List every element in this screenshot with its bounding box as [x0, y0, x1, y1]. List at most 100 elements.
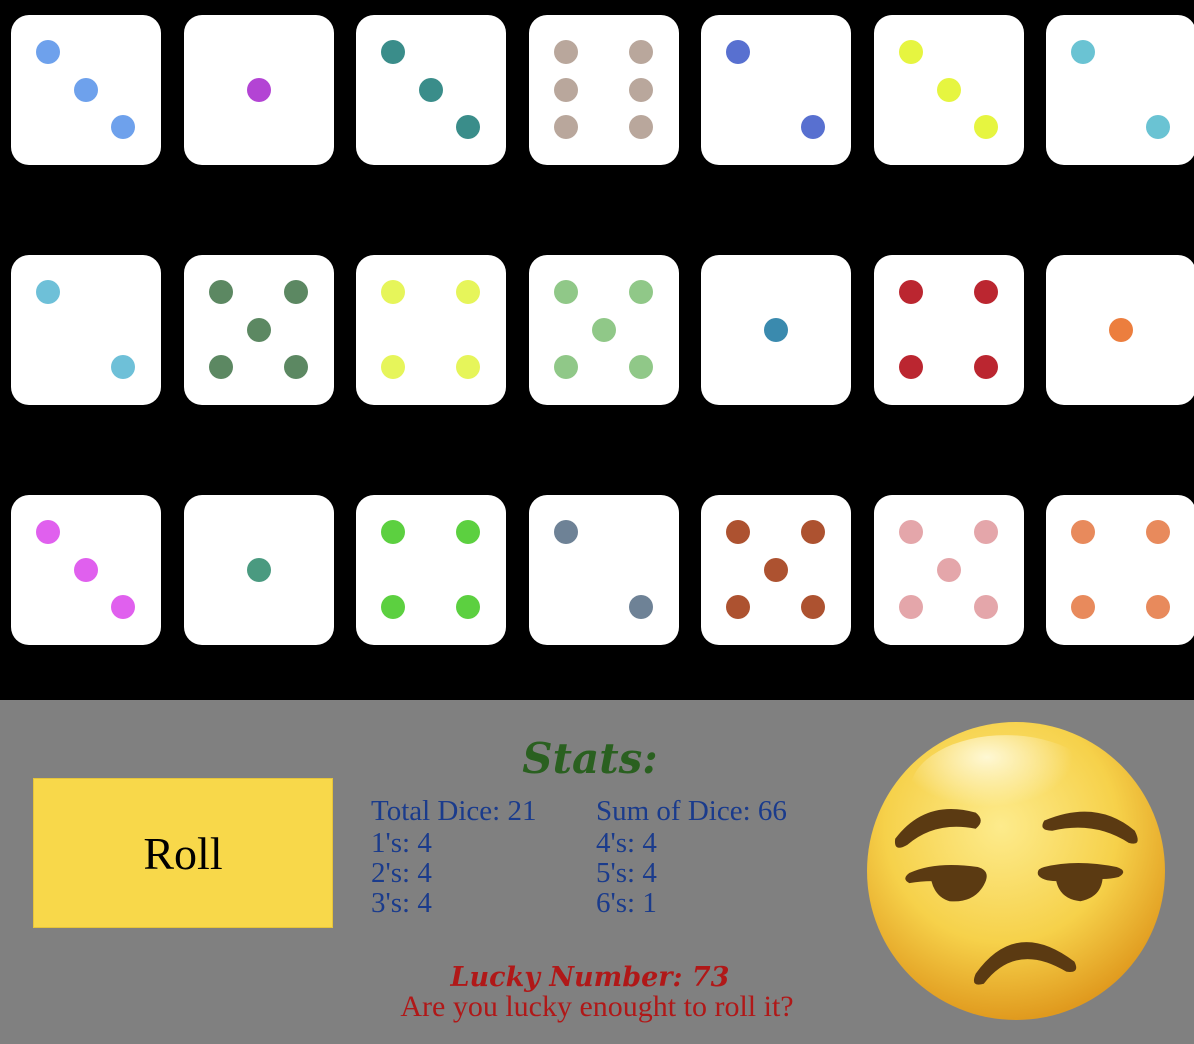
die [528, 15, 679, 165]
die-pip [764, 318, 788, 342]
die-pip [208, 280, 233, 304]
die-pip [1146, 520, 1170, 544]
fives-count: 5's: 4 [596, 857, 657, 889]
die-pip [1146, 115, 1170, 139]
die-pip [456, 115, 480, 139]
die-pip [456, 595, 480, 619]
fours-count: 4's: 4 [596, 827, 657, 859]
die [1046, 15, 1194, 165]
die-pip [419, 78, 443, 102]
die-pip [553, 78, 578, 102]
die-pip [898, 280, 923, 304]
die-pip [74, 558, 98, 582]
die-pip [246, 558, 271, 582]
die [873, 15, 1024, 165]
die-pip [381, 280, 405, 304]
threes-count: 3's: 4 [371, 887, 432, 919]
die [873, 255, 1024, 405]
die [183, 255, 334, 405]
die-pip [553, 355, 578, 379]
die-pip [381, 595, 405, 619]
die-pip [246, 78, 271, 102]
die-pip [628, 115, 653, 139]
die-pip [381, 40, 405, 64]
die [183, 15, 334, 165]
die-pip [628, 280, 653, 304]
die-pip [898, 355, 923, 379]
die-pip [36, 280, 60, 304]
die-pip [553, 280, 578, 304]
die-pip [801, 595, 825, 619]
die-pip [246, 318, 271, 342]
die [356, 255, 506, 405]
die-pip [381, 520, 405, 544]
die-pip [726, 520, 750, 544]
die-pip [111, 355, 135, 379]
die [356, 495, 506, 645]
twos-count: 2's: 4 [371, 857, 432, 889]
die-pip [381, 355, 405, 379]
die-pip [936, 558, 961, 582]
die [701, 255, 851, 405]
stats-title: Stats: [522, 734, 658, 783]
die-pip [898, 520, 923, 544]
total-dice-stat: Total Dice: 21 [371, 795, 537, 827]
ones-count: 1's: 4 [371, 827, 432, 859]
die-pip [726, 595, 750, 619]
die [701, 495, 851, 645]
die-pip [553, 40, 578, 64]
stats-panel: Roll Stats: Total Dice: 21 1's: 4 2's: 4… [0, 700, 1194, 1044]
die-pip [1146, 595, 1170, 619]
sixes-count: 6's: 1 [596, 887, 657, 919]
die-pip [553, 115, 578, 139]
die-pip [973, 280, 998, 304]
roll-button[interactable]: Roll [33, 778, 333, 928]
dice-board [0, 0, 1194, 700]
die [701, 15, 851, 165]
die-pip [973, 355, 998, 379]
die-pip [936, 78, 961, 102]
die [183, 495, 334, 645]
die-pip [898, 40, 923, 64]
die-pip [283, 280, 308, 304]
die-pip [111, 115, 135, 139]
die-pip [456, 280, 480, 304]
sum-of-dice-stat: Sum of Dice: 66 [596, 795, 787, 827]
die-pip [1071, 520, 1095, 544]
unamused-face-icon [867, 722, 1165, 1020]
die-pip [36, 520, 60, 544]
die-pip [628, 595, 653, 619]
die [1046, 495, 1194, 645]
die-pip [973, 520, 998, 544]
die-pip [456, 355, 480, 379]
die [528, 495, 679, 645]
die-pip [208, 355, 233, 379]
die-pip [553, 520, 578, 544]
die-pip [973, 595, 998, 619]
die-pip [456, 520, 480, 544]
die-pip [628, 355, 653, 379]
die-pip [628, 40, 653, 64]
die-pip [801, 115, 825, 139]
die-pip [1071, 595, 1095, 619]
die [11, 15, 161, 165]
die-pip [36, 40, 60, 64]
die-pip [628, 78, 653, 102]
die [528, 255, 679, 405]
die-pip [111, 595, 135, 619]
die-pip [898, 595, 923, 619]
die-pip [591, 318, 616, 342]
die [356, 15, 506, 165]
die [873, 495, 1024, 645]
die [11, 495, 161, 645]
die-pip [801, 520, 825, 544]
die-pip [1109, 318, 1133, 342]
die-pip [764, 558, 788, 582]
die [11, 255, 161, 405]
die-pip [1071, 40, 1095, 64]
die-pip [74, 78, 98, 102]
die [1046, 255, 1194, 405]
die-pip [726, 40, 750, 64]
die-pip [973, 115, 998, 139]
die-pip [283, 355, 308, 379]
